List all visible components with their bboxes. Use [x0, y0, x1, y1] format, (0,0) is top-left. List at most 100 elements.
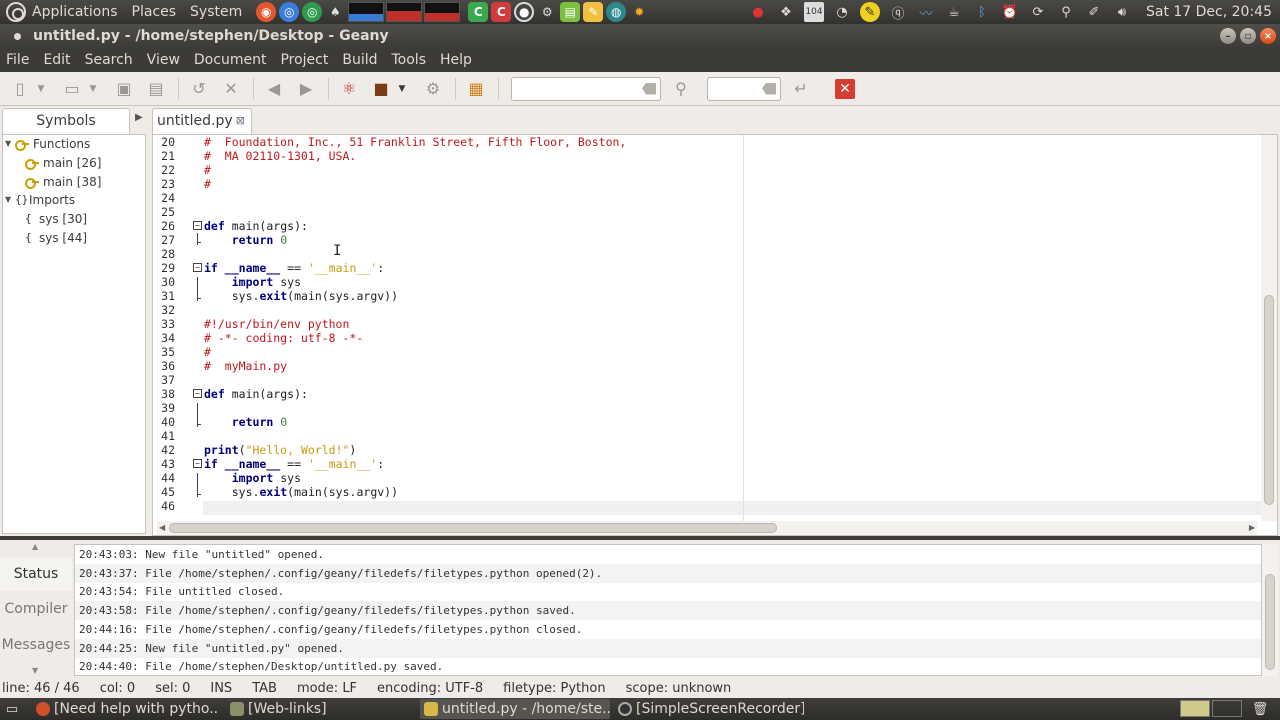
- clear-goto-icon[interactable]: [762, 82, 776, 95]
- fold-marker-icon[interactable]: −: [193, 459, 202, 468]
- build-icon[interactable]: ■: [369, 77, 393, 101]
- log-line[interactable]: 20:44:25: New file "untitled.py" opened.: [75, 638, 1261, 658]
- c-red-launcher-icon[interactable]: C: [491, 2, 512, 22]
- editor-vertical-scrollbar[interactable]: [1261, 135, 1277, 521]
- execute-icon[interactable]: ⚙: [421, 77, 445, 101]
- search-icon[interactable]: ⚲: [669, 77, 693, 101]
- menu-help[interactable]: Help: [433, 52, 479, 68]
- task-browser[interactable]: [Need help with pytho...: [32, 699, 218, 719]
- system-monitor-icon[interactable]: 〰: [916, 2, 936, 22]
- tab-status[interactable]: Status: [0, 557, 72, 591]
- battery-level-icon[interactable]: 104: [803, 2, 824, 22]
- goto-line-icon[interactable]: ↵: [789, 77, 813, 101]
- expander-icon[interactable]: ▼: [5, 135, 15, 153]
- close-tab-icon[interactable]: ⊠: [236, 109, 245, 133]
- log-line[interactable]: 20:43:03: New file "untitled" opened.: [75, 545, 1261, 564]
- search-input[interactable]: [511, 76, 661, 101]
- sync-icon[interactable]: ⟳: [1028, 2, 1048, 22]
- menu-tools[interactable]: Tools: [385, 52, 434, 68]
- editor-horizontal-scrollbar[interactable]: ◀ ▶: [157, 521, 1257, 535]
- window-menu-icon[interactable]: [14, 32, 21, 40]
- color-chooser-icon[interactable]: ▦: [464, 77, 488, 101]
- menu-project[interactable]: Project: [273, 52, 335, 68]
- record-icon[interactable]: ●: [514, 2, 535, 22]
- tree-item-functions[interactable]: ▼ Functions: [5, 135, 90, 153]
- ubuntu-logo-icon[interactable]: [6, 2, 26, 22]
- tree-item-imports[interactable]: ▼ {} Imports: [5, 191, 75, 209]
- save-icon[interactable]: ▣: [112, 77, 136, 101]
- window-titlebar[interactable]: untitled.py - /home/stephen/Desktop - Ge…: [0, 24, 1280, 48]
- tree-item-main-38[interactable]: main [38]: [25, 173, 101, 191]
- tab-symbols[interactable]: Symbols: [2, 108, 130, 134]
- volume-icon[interactable]: 🔊︎: [1112, 2, 1132, 22]
- sun-icon[interactable]: ✹: [629, 2, 649, 22]
- code-editor[interactable]: 20 # Foundation, Inc., 51 Franklin Street…: [152, 134, 1278, 536]
- clock-app-icon[interactable]: ◔: [832, 2, 852, 22]
- close-file-icon[interactable]: ✕: [219, 77, 243, 101]
- eggplant-icon[interactable]: ♠: [325, 2, 345, 22]
- workspace-1[interactable]: [1180, 700, 1210, 717]
- fold-marker-icon[interactable]: −: [193, 389, 202, 398]
- chrome-icon[interactable]: ◎: [302, 2, 323, 22]
- new-file-dropdown-icon[interactable]: ▼: [36, 77, 46, 101]
- fold-marker-icon[interactable]: −: [193, 221, 202, 230]
- scroll-left-icon[interactable]: ◀: [159, 523, 165, 532]
- log-line[interactable]: 20:43:37: File /home/stephen/.config/gea…: [75, 563, 1261, 583]
- applications-menu[interactable]: Applications: [32, 4, 118, 20]
- task-screen-recorder[interactable]: [SimpleScreenRecorder]: [614, 699, 804, 719]
- places-menu[interactable]: Places: [132, 4, 177, 20]
- log-line[interactable]: 20:43:58: File /home/stephen/.config/gea…: [75, 601, 1261, 621]
- log-line[interactable]: 20:43:54: File untitled closed.: [75, 582, 1261, 601]
- network-icon[interactable]: ⚲: [1056, 2, 1076, 22]
- pen-icon[interactable]: ✐: [1084, 2, 1104, 22]
- tab-messages[interactable]: Messages: [0, 628, 72, 662]
- compile-icon[interactable]: ⚛: [337, 77, 361, 101]
- build-dropdown-icon[interactable]: ▼: [397, 77, 407, 101]
- tab-compiler[interactable]: Compiler: [0, 592, 72, 626]
- workspace-2[interactable]: [1212, 700, 1242, 717]
- bluetooth-icon[interactable]: ᛒ: [972, 2, 992, 22]
- clear-search-icon[interactable]: [642, 82, 656, 95]
- dropbox-icon[interactable]: ❖: [776, 2, 796, 22]
- globe-icon[interactable]: ◍: [606, 2, 627, 22]
- system-menu[interactable]: System: [190, 4, 242, 20]
- menu-edit[interactable]: Edit: [36, 52, 77, 68]
- menu-build[interactable]: Build: [335, 52, 384, 68]
- quit-icon[interactable]: ✕: [835, 78, 855, 99]
- tree-item-sys-30[interactable]: { sys [30]: [25, 210, 87, 228]
- log-line[interactable]: 20:44:16: File /home/stephen/.config/gea…: [75, 620, 1261, 639]
- task-web-links[interactable]: [Web-links]: [226, 699, 416, 719]
- menu-document[interactable]: Document: [187, 52, 274, 68]
- task-geany[interactable]: untitled.py - /home/ste...: [420, 699, 610, 719]
- c-launcher-icon[interactable]: C: [468, 2, 489, 22]
- close-window-icon[interactable]: ×: [1260, 28, 1276, 44]
- qbittorrent-icon[interactable]: ⓠ: [888, 2, 908, 22]
- menu-search[interactable]: Search: [78, 52, 140, 68]
- notes-tray-icon[interactable]: ✎: [859, 2, 880, 22]
- goto-line-input[interactable]: [707, 76, 781, 101]
- back-icon[interactable]: ◀: [262, 77, 286, 101]
- open-file-icon[interactable]: ▭: [60, 77, 84, 101]
- new-file-icon[interactable]: ▯: [8, 77, 32, 101]
- open-file-dropdown-icon[interactable]: ▼: [88, 77, 98, 101]
- clock[interactable]: Sat 17 Dec, 20:45: [1146, 4, 1272, 20]
- notes-icon[interactable]: ✎: [583, 2, 604, 22]
- minimize-icon[interactable]: –: [1220, 28, 1236, 44]
- gear-icon[interactable]: ⚙: [537, 2, 557, 22]
- chromium-icon[interactable]: ◎: [279, 2, 300, 22]
- tree-item-main-26[interactable]: main [26]: [25, 154, 101, 172]
- trash-icon[interactable]: 🗑︎: [1250, 699, 1270, 719]
- forward-icon[interactable]: ▶: [294, 77, 318, 101]
- log-line[interactable]: 20:44:40: File /home/stephen/Desktop/unt…: [75, 657, 1261, 675]
- terminal-icon[interactable]: ▤: [560, 2, 581, 22]
- firefox-icon[interactable]: ◉: [256, 2, 277, 22]
- fold-marker-icon[interactable]: −: [193, 263, 202, 272]
- alarm-clock-icon[interactable]: ⏰: [1000, 2, 1020, 22]
- cup-icon[interactable]: ☕: [944, 2, 964, 22]
- scroll-right-icon[interactable]: ▶: [1249, 523, 1255, 532]
- menu-view[interactable]: View: [140, 52, 187, 68]
- save-all-icon[interactable]: ▤: [144, 77, 168, 101]
- tabs-scroll-up-icon[interactable]: ▲: [32, 542, 38, 551]
- show-desktop-icon[interactable]: ▭: [2, 699, 22, 719]
- tabs-scroll-down-icon[interactable]: ▼: [32, 666, 38, 675]
